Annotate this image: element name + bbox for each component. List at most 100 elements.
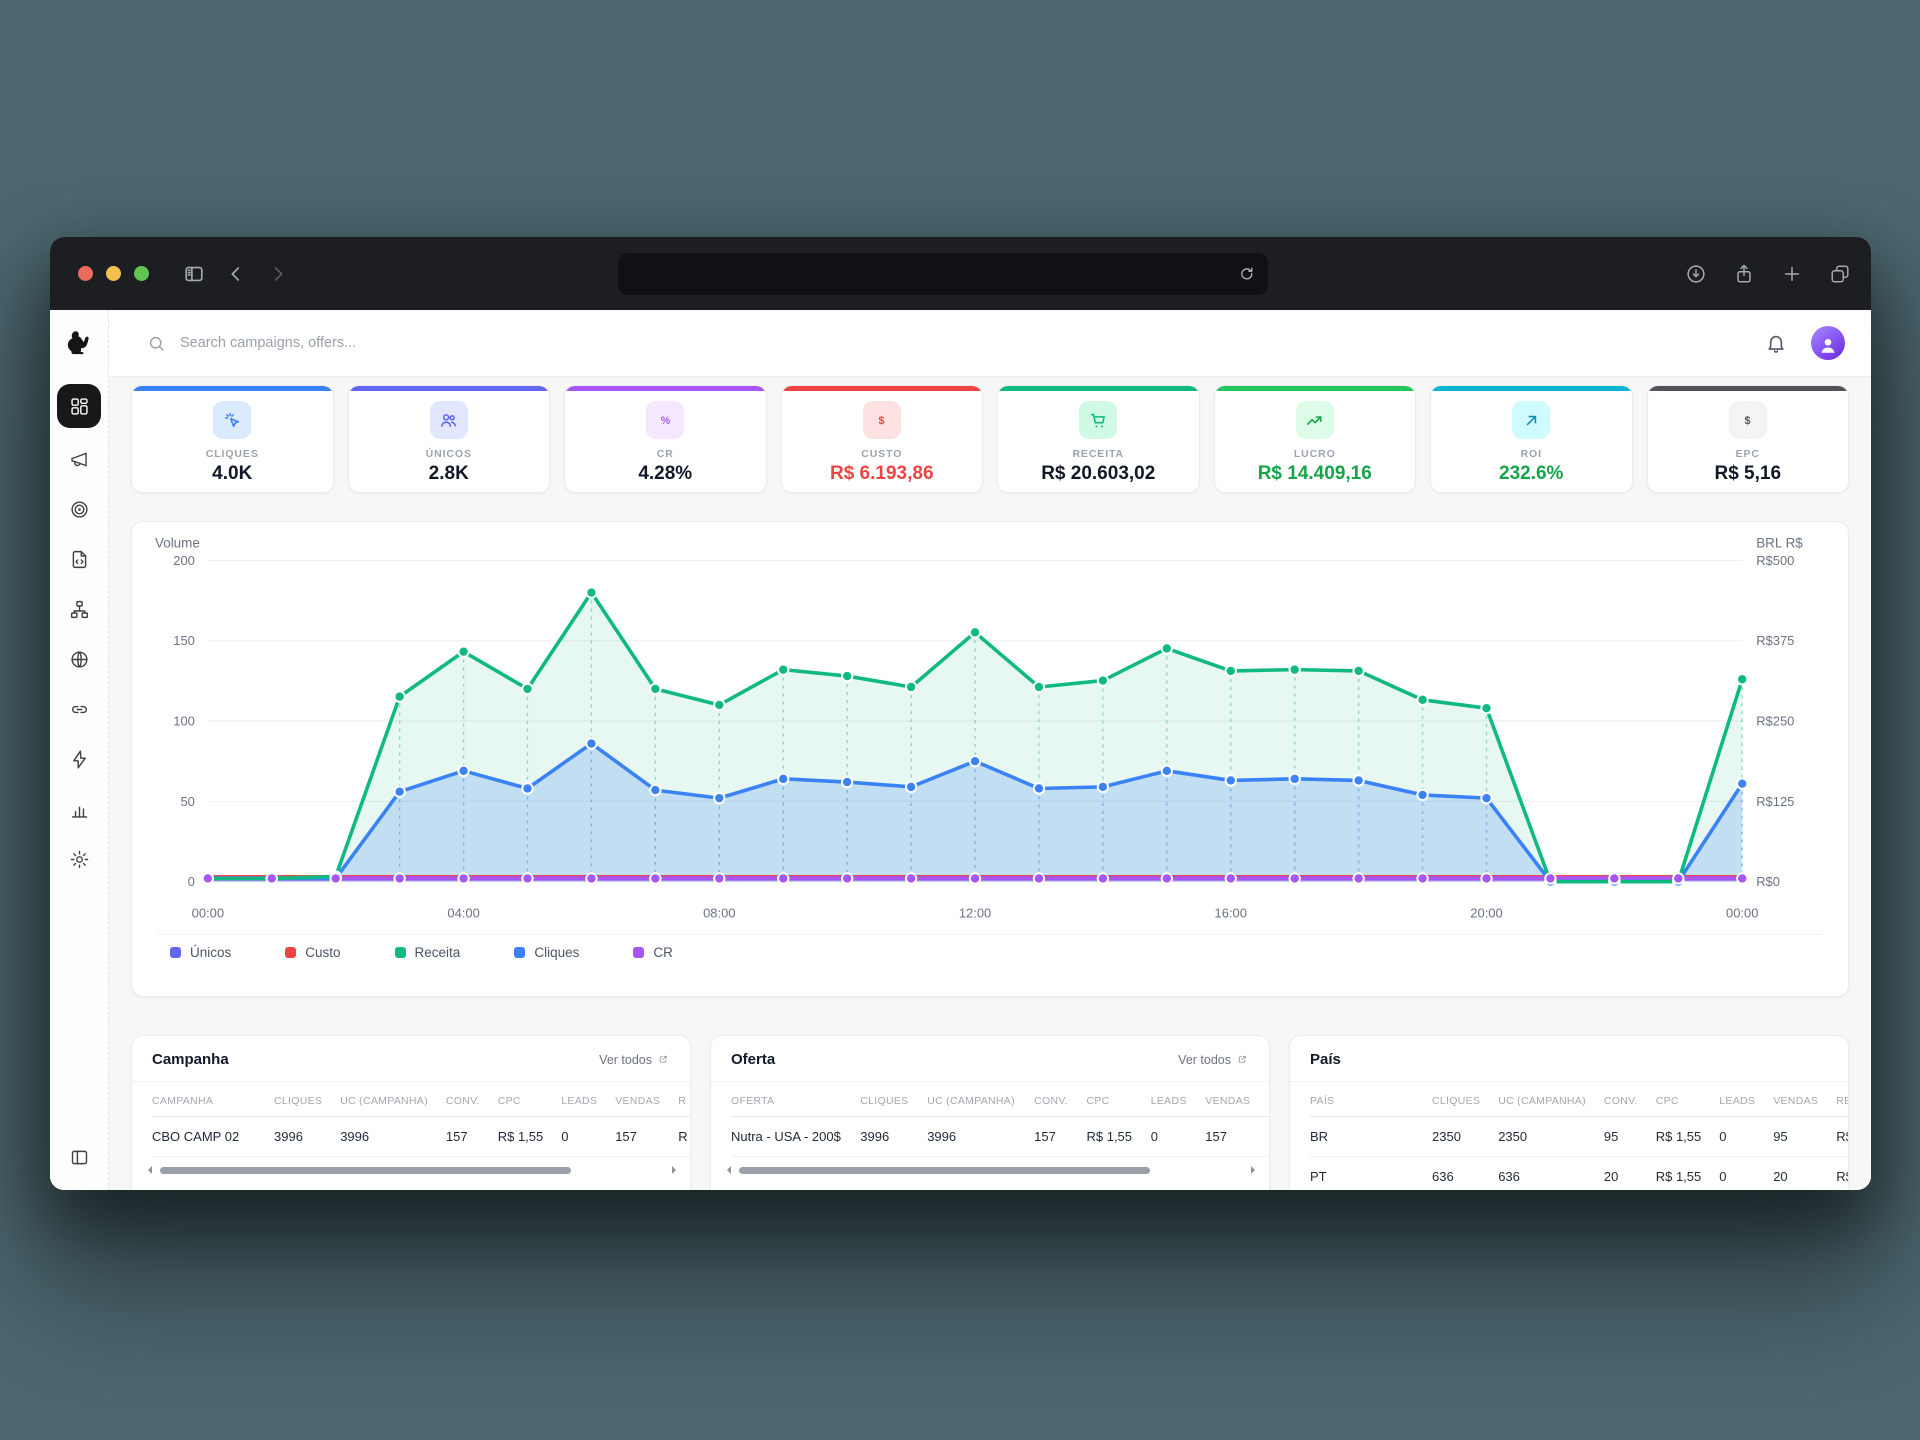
cart-icon bbox=[1089, 411, 1108, 430]
table-cell: 95 bbox=[1773, 1117, 1836, 1157]
tables-row: Campanha Ver todos CAMPANHACLIQUESUC (CAMP… bbox=[131, 1035, 1849, 1190]
legend-swatch bbox=[395, 947, 406, 958]
kpi-card-cr: %CR4.28% bbox=[564, 385, 767, 493]
cursor-click-icon bbox=[223, 411, 242, 430]
chart-card: 0R$050R$125100R$250150R$375200R$500Volum… bbox=[131, 521, 1849, 997]
table-card-header: OfertaVer todos bbox=[711, 1036, 1269, 1082]
scrollbar-thumb[interactable] bbox=[739, 1167, 1150, 1174]
ver-todos-link[interactable]: Ver todos bbox=[599, 1053, 670, 1067]
panel-toggle-icon bbox=[183, 263, 205, 285]
scroll-right-arrow[interactable] bbox=[672, 1166, 676, 1174]
table-cell: R$ 3.484,10 bbox=[1836, 1157, 1848, 1191]
legend-item-receita[interactable]: Receita bbox=[395, 945, 461, 960]
ver-todos-label: Ver todos bbox=[1178, 1053, 1231, 1067]
legend-label: Cliques bbox=[534, 945, 579, 960]
window-minimize-button[interactable] bbox=[106, 266, 121, 281]
table-cell: 2350 bbox=[1432, 1117, 1498, 1157]
app-logo[interactable] bbox=[50, 310, 108, 376]
legend-label: CR bbox=[653, 945, 673, 960]
legend-item-cr[interactable]: CR bbox=[633, 945, 673, 960]
table-cell: Nutra - USA - 200$ bbox=[731, 1117, 860, 1157]
scroll-right-arrow[interactable] bbox=[1251, 1166, 1255, 1174]
scroll-left-arrow[interactable] bbox=[727, 1166, 731, 1174]
data-table: OFERTACLIQUESUC (CAMPANHA)CONV.CPCLEADSV… bbox=[731, 1082, 1269, 1157]
panel-toggle-button[interactable] bbox=[183, 263, 205, 285]
table-row[interactable]: BR2350235095R$ 1,55095R$ 9.288,09 bbox=[1310, 1117, 1848, 1157]
avatar[interactable] bbox=[1811, 326, 1845, 360]
svg-text:04:00: 04:00 bbox=[447, 906, 479, 921]
column-header: CONV. bbox=[446, 1082, 498, 1117]
window-zoom-button[interactable] bbox=[134, 266, 149, 281]
sidebar-item-bar-chart[interactable] bbox=[60, 790, 98, 828]
sidebar-collapse-button[interactable] bbox=[69, 1147, 90, 1168]
sidebar-item-target[interactable] bbox=[60, 490, 98, 528]
scrollbar-track[interactable] bbox=[158, 1167, 666, 1174]
forward-button[interactable] bbox=[267, 263, 289, 285]
svg-text:$: $ bbox=[1745, 415, 1751, 427]
share-button[interactable] bbox=[1733, 263, 1755, 285]
table-cell: 157 bbox=[1034, 1117, 1086, 1157]
table-cell: CBO CAMP 02 bbox=[152, 1117, 274, 1157]
sidebar-item-megaphone[interactable] bbox=[60, 440, 98, 478]
kpi-card-unicos: ÚNICOS2.8K bbox=[348, 385, 551, 493]
download-button[interactable] bbox=[1685, 263, 1707, 285]
app-shell: CLIQUES4.0KÚNICOS2.8K%CR4.28%$CUSTOR$ 6.… bbox=[50, 310, 1871, 1190]
svg-text:R$250: R$250 bbox=[1756, 714, 1794, 729]
table-row[interactable]: Nutra - USA - 200$39963996157R$ 1,550157 bbox=[731, 1117, 1269, 1157]
table-title: Campanha bbox=[152, 1051, 229, 1068]
sidebar-item-sitemap[interactable] bbox=[60, 590, 98, 628]
legend-item-custo[interactable]: Custo bbox=[285, 945, 340, 960]
window-close-button[interactable] bbox=[78, 266, 93, 281]
forward-icon bbox=[267, 263, 289, 285]
scrollbar-track[interactable] bbox=[737, 1167, 1245, 1174]
table-wrap: CAMPANHACLIQUESUC (CAMPANHA)CONV.CPCLEAD… bbox=[132, 1082, 690, 1157]
toolbar-left bbox=[183, 263, 289, 285]
column-header: CPC bbox=[498, 1082, 562, 1117]
svg-text:00:00: 00:00 bbox=[1726, 906, 1758, 921]
sidebar-item-lightning[interactable] bbox=[60, 740, 98, 778]
table-wrap: PAÍSCLIQUESUC (CAMPANHA)CONV.CPCLEADSVEN… bbox=[1290, 1082, 1848, 1190]
table-cell: 3996 bbox=[274, 1117, 340, 1157]
sidebar-item-settings[interactable] bbox=[60, 840, 98, 878]
desktop-background: { "browser": { "window_buttons": [ {"nam… bbox=[0, 0, 1920, 1440]
scroll-left-arrow[interactable] bbox=[148, 1166, 152, 1174]
table-row[interactable]: PT63663620R$ 1,55020R$ 3.484,10 bbox=[1310, 1157, 1848, 1191]
url-bar[interactable] bbox=[618, 253, 1268, 295]
table-cell: 20 bbox=[1604, 1157, 1656, 1191]
traffic-chart-svg: 0R$050R$125100R$250150R$375200R$500Volum… bbox=[142, 534, 1838, 934]
column-header: CLIQUES bbox=[274, 1082, 340, 1117]
sidebar-item-dashboard[interactable] bbox=[57, 384, 101, 428]
svg-text:0: 0 bbox=[188, 874, 195, 889]
ver-todos-link[interactable]: Ver todos bbox=[1178, 1053, 1249, 1067]
scrollbar-thumb[interactable] bbox=[160, 1167, 571, 1174]
url-input[interactable] bbox=[618, 265, 1238, 283]
sidebar-item-file-code[interactable] bbox=[60, 540, 98, 578]
sidebar-item-globe[interactable] bbox=[60, 640, 98, 678]
column-header: VENDAS bbox=[615, 1082, 678, 1117]
legend-item-unicos[interactable]: Únicos bbox=[170, 945, 231, 960]
legend-item-cliques[interactable]: Cliques bbox=[514, 945, 579, 960]
column-header: CPC bbox=[1656, 1082, 1720, 1117]
tabs-overview-button[interactable] bbox=[1829, 263, 1851, 285]
table-cell: 636 bbox=[1432, 1157, 1498, 1191]
reload-icon[interactable] bbox=[1238, 265, 1255, 282]
kpi-icon-chip bbox=[213, 401, 251, 439]
column-header: CAMPANHA bbox=[152, 1082, 274, 1117]
global-search[interactable] bbox=[147, 334, 1765, 353]
back-button[interactable] bbox=[225, 263, 247, 285]
table-row[interactable]: CBO CAMP 0239963996157R$ 1,550157R bbox=[152, 1117, 690, 1157]
table-cell: BR bbox=[1310, 1117, 1432, 1157]
browser-window: CLIQUES4.0KÚNICOS2.8K%CR4.28%$CUSTOR$ 6.… bbox=[50, 237, 1871, 1190]
svg-text:20:00: 20:00 bbox=[1470, 906, 1502, 921]
search-input[interactable] bbox=[178, 334, 702, 352]
bell-icon[interactable] bbox=[1765, 332, 1787, 354]
new-tab-button[interactable] bbox=[1781, 263, 1803, 285]
svg-text:200: 200 bbox=[173, 553, 195, 568]
svg-text:16:00: 16:00 bbox=[1215, 906, 1247, 921]
kpi-icon-chip: % bbox=[646, 401, 684, 439]
table-cell: R$ 1,55 bbox=[1656, 1157, 1720, 1191]
column-header: CLIQUES bbox=[860, 1082, 927, 1117]
legend-label: Únicos bbox=[190, 945, 231, 960]
sidebar-item-link[interactable] bbox=[60, 690, 98, 728]
table-card-header: Campanha Ver todos bbox=[132, 1036, 690, 1082]
